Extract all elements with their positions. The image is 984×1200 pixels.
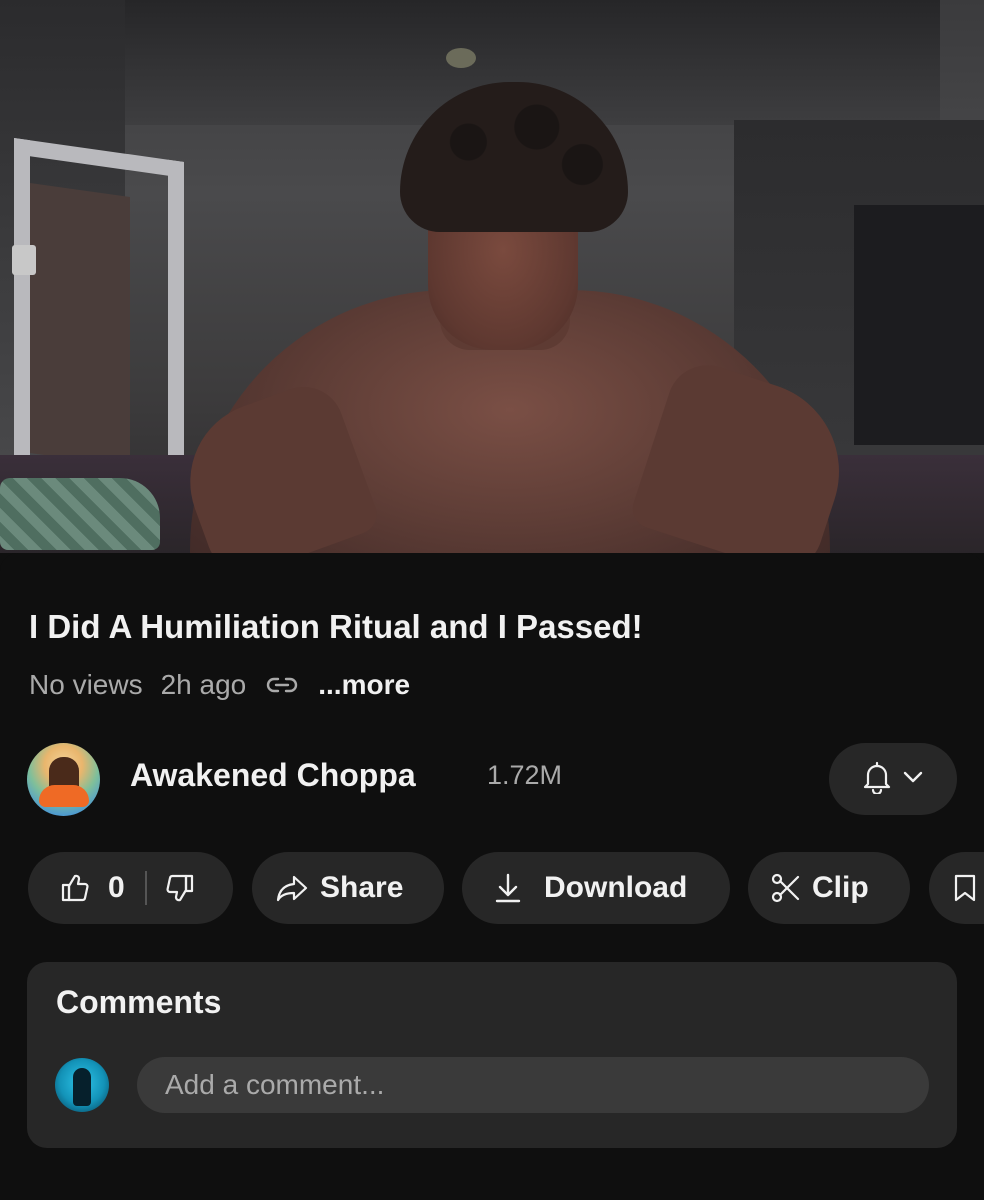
video-frame-door-frame [14,138,184,482]
download-icon [494,872,522,904]
share-label: Share [320,871,404,904]
video-frame-pillow [0,478,160,550]
thumbs-down-icon[interactable] [165,873,195,903]
view-count: No views [29,669,143,700]
bell-icon [862,760,892,799]
save-button[interactable] [929,852,984,924]
video-meta[interactable]: No views 2h ago ...more [29,667,410,703]
comments-title: Comments [56,984,222,1020]
share-arrow-icon [276,874,308,902]
add-comment-input[interactable] [137,1057,929,1113]
watch-page: I Did A Humiliation Ritual and I Passed!… [0,0,984,1200]
avatar-silhouette [73,1068,91,1106]
bookmark-icon [953,873,977,903]
clip-label: Clip [812,871,869,904]
upload-age: 2h ago [160,669,247,700]
download-label: Download [544,871,688,904]
clip-button[interactable]: Clip [748,852,910,924]
video-title[interactable]: I Did A Humiliation Ritual and I Passed! [29,608,959,646]
avatar-robe [39,785,89,807]
thumbs-up-icon[interactable] [60,873,90,903]
user-avatar [55,1058,109,1112]
more-button[interactable]: ...more [318,669,410,701]
comments-card[interactable]: Comments [27,962,957,1148]
chevron-down-icon [902,770,924,789]
like-divider [144,871,147,905]
like-count[interactable]: 0 [108,871,125,905]
scissors-icon [770,872,802,904]
video-frame-thermostat [12,245,36,275]
video-frame-tv [854,205,984,445]
video-player[interactable] [0,0,984,553]
action-bar: 0 Share Download Clip [28,852,984,924]
like-dislike-chip: 0 [28,852,233,924]
video-frame-light [446,48,476,68]
subscriber-count: 1.72M [487,760,563,790]
notification-bell-button[interactable] [829,743,957,815]
channel-name[interactable]: Awakened Choppa [130,757,416,794]
channel-avatar[interactable] [27,743,100,816]
channel-row: Awakened Choppa 1.72M [27,743,957,816]
share-button[interactable]: Share [252,852,444,924]
video-info-panel: I Did A Humiliation Ritual and I Passed!… [0,553,984,1200]
download-button[interactable]: Download [462,852,730,924]
link-icon[interactable] [264,670,300,700]
